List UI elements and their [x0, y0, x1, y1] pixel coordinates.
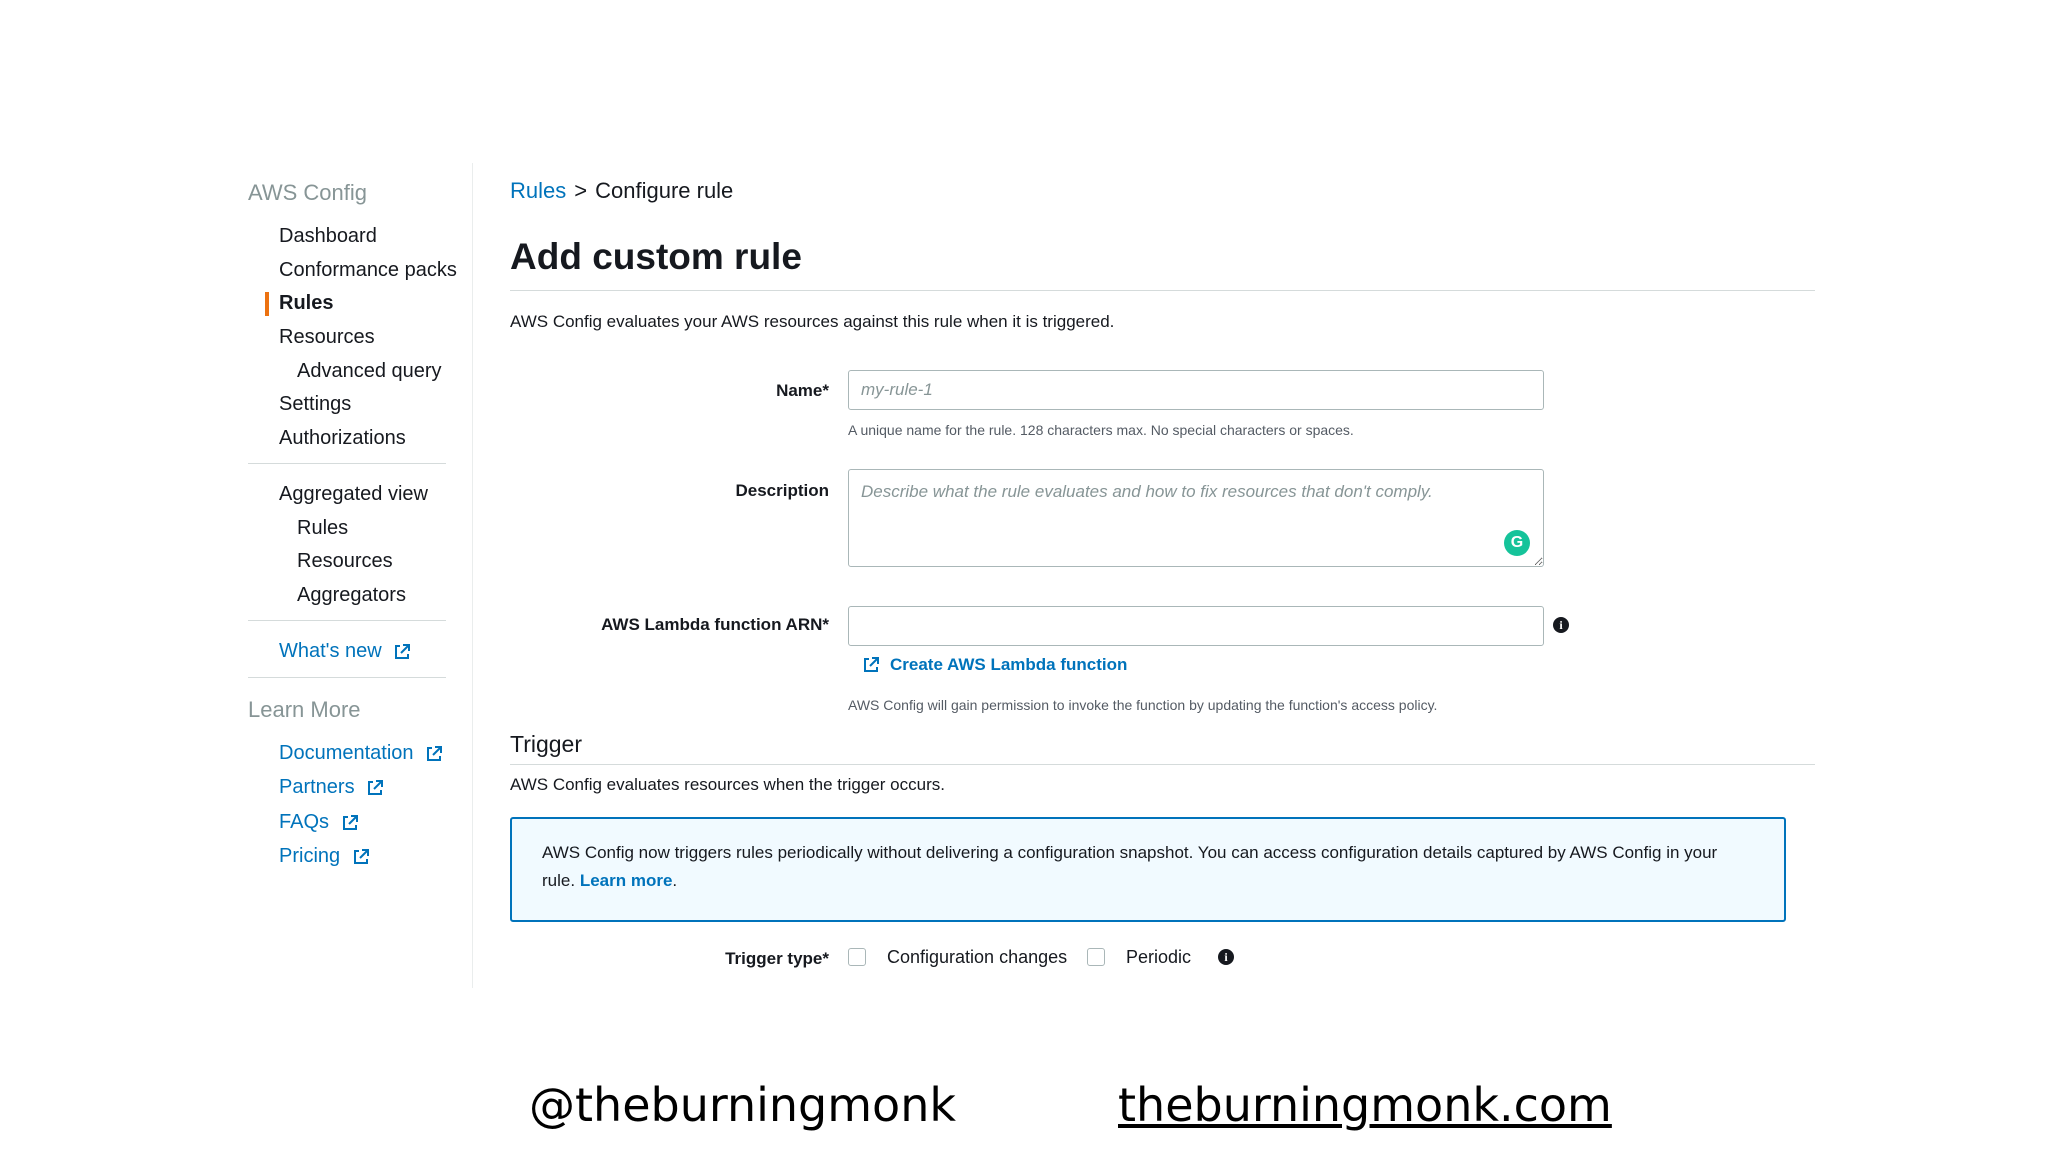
documentation-label: Documentation [279, 742, 414, 764]
partners-link[interactable]: Partners [279, 776, 384, 799]
trigger-info-alert: AWS Config now triggers rules periodical… [510, 817, 1786, 922]
info-icon[interactable]: i [1218, 949, 1234, 965]
page-description: AWS Config evaluates your AWS resources … [510, 312, 1115, 331]
breadcrumb-current: Configure rule [595, 178, 734, 203]
sidebar-item-resources[interactable]: Resources [279, 326, 375, 349]
trigger-divider [510, 764, 1815, 765]
page-title: Add custom rule [510, 236, 802, 277]
external-link-icon [342, 814, 358, 830]
name-label: Name* [776, 381, 829, 400]
info-alert-suffix: . [672, 871, 678, 890]
grammarly-icon[interactable]: G [1504, 530, 1530, 556]
footer-site-container: theburningmonk.com [1118, 1078, 1612, 1132]
configuration-changes-label[interactable]: Configuration changes [887, 947, 1067, 968]
faqs-label: FAQs [279, 811, 330, 833]
info-alert-text: AWS Config now triggers rules periodical… [542, 843, 1718, 890]
trigger-section-title: Trigger [510, 731, 582, 757]
pricing-link[interactable]: Pricing [279, 845, 370, 868]
sidebar-divider [248, 463, 446, 464]
breadcrumb-rules-link[interactable]: Rules [510, 178, 566, 203]
sidebar-item-rules[interactable]: Rules [279, 292, 333, 315]
sidebar-item-aggregated-view[interactable]: Aggregated view [279, 483, 428, 506]
breadcrumb-separator: > [574, 178, 588, 203]
configuration-changes-checkbox[interactable] [848, 948, 866, 966]
lambda-hint: AWS Config will gain permission to invok… [848, 697, 1438, 713]
create-lambda-function-label: Create AWS Lambda function [890, 655, 1128, 674]
external-link-icon [864, 657, 879, 672]
sidebar-item-authorizations[interactable]: Authorizations [279, 427, 406, 450]
sidebar-item-advanced-query[interactable]: Advanced query [297, 360, 442, 383]
sidebar-title: AWS Config [248, 180, 368, 205]
trigger-description: AWS Config evaluates resources when the … [510, 775, 945, 794]
sidebar-divider [248, 677, 446, 678]
name-hint: A unique name for the rule. 128 characte… [848, 422, 1354, 438]
external-link-icon [427, 745, 443, 761]
whats-new-label: What's new [279, 640, 382, 662]
pricing-label: Pricing [279, 845, 341, 867]
lambda-arn-input[interactable] [848, 606, 1544, 646]
external-link-icon [368, 779, 384, 795]
learn-more-title: Learn More [248, 697, 361, 722]
periodic-checkbox[interactable] [1087, 948, 1105, 966]
description-label: Description [735, 481, 829, 500]
whats-new-link[interactable]: What's new [279, 640, 411, 663]
description-textarea[interactable] [848, 469, 1544, 567]
sidebar-item-conformance-packs[interactable]: Conformance packs [279, 259, 457, 282]
sidebar-divider [472, 163, 473, 988]
faqs-link[interactable]: FAQs [279, 811, 359, 834]
sidebar-item-settings[interactable]: Settings [279, 393, 351, 416]
title-divider [510, 290, 1815, 291]
trigger-type-label: Trigger type* [725, 949, 829, 968]
sidebar-item-aggregators[interactable]: Aggregators [297, 584, 406, 607]
external-link-icon [353, 848, 369, 864]
sidebar-item-dashboard[interactable]: Dashboard [279, 225, 377, 248]
footer-site-link[interactable]: theburningmonk.com [1118, 1078, 1612, 1132]
documentation-link[interactable]: Documentation [279, 742, 443, 765]
info-icon[interactable]: i [1553, 617, 1569, 633]
active-item-marker [265, 292, 269, 316]
lambda-arn-label: AWS Lambda function ARN* [601, 615, 829, 634]
learn-more-link[interactable]: Learn more [580, 871, 673, 890]
footer-handle: @theburningmonk [529, 1078, 956, 1132]
periodic-label[interactable]: Periodic [1126, 947, 1191, 968]
external-link-icon [395, 643, 411, 659]
partners-label: Partners [279, 776, 355, 798]
name-input[interactable] [848, 370, 1544, 410]
create-lambda-function-link[interactable]: Create AWS Lambda function [862, 655, 1127, 675]
sidebar-divider [248, 620, 446, 621]
breadcrumb: Rules > Configure rule [510, 178, 733, 204]
sidebar-item-aggregated-resources[interactable]: Resources [297, 550, 393, 573]
sidebar-item-aggregated-rules[interactable]: Rules [297, 517, 348, 540]
